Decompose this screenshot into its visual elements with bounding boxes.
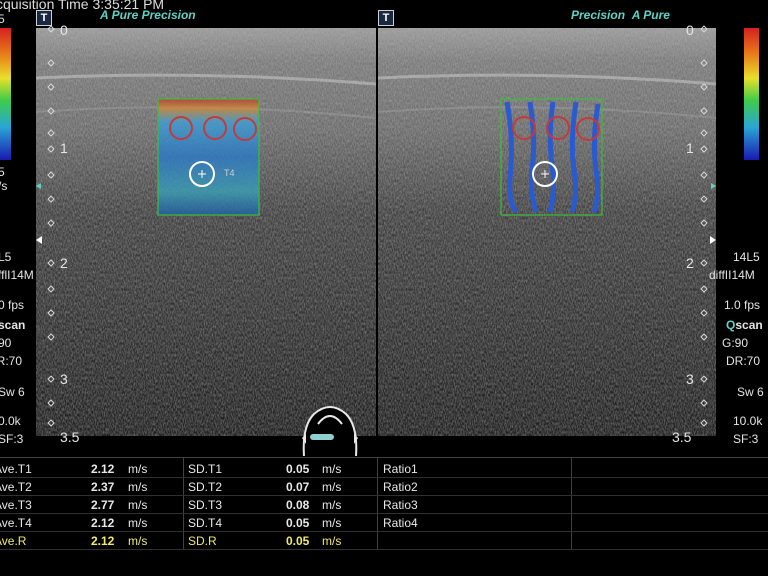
measurement-row: Ave.T4 2.12 m/s SD.T4 0.05 m/s Ratio4 — [0, 514, 768, 532]
ratio-label: Ratio3 — [383, 498, 418, 512]
right-text-tool-icon[interactable]: T — [378, 10, 394, 26]
ave-unit: m/s — [128, 534, 148, 548]
right-qscan: Qscan — [726, 318, 763, 332]
right-gain: G:90 — [722, 336, 749, 350]
left-depth-2: 2 — [60, 255, 68, 271]
sd-unit: m/s — [322, 462, 342, 476]
left-sw: Sw 6 — [0, 385, 25, 399]
sd-unit: m/s — [322, 498, 342, 512]
left-preset: fflI14M — [0, 268, 34, 282]
measurement-row: Ave.T3 2.77 m/s SD.T3 0.08 m/s Ratio3 — [0, 496, 768, 514]
left-depth-1: 1 — [60, 140, 68, 156]
row-divider — [0, 549, 768, 550]
sd-unit: m/s — [322, 534, 342, 548]
left-colorbar-unit: /s — [0, 179, 8, 193]
probe-orientation-icon — [302, 406, 358, 456]
right-mode-precision: Precision — [571, 8, 626, 22]
left-gain: 90 — [0, 336, 12, 350]
left-mode-label: A Pure Precision — [100, 8, 196, 22]
ave-value: 2.37 — [91, 480, 115, 494]
sd-label: SD.R — [188, 534, 217, 548]
right-mode-pure: Pure — [643, 8, 670, 22]
sd-label: SD.T1 — [188, 462, 223, 476]
left-mode-a: A — [100, 8, 109, 22]
sd-value: 0.05 — [286, 534, 310, 548]
right-preset: diffII14M — [709, 268, 755, 282]
left-mode-pure: Pure — [111, 8, 139, 22]
right-dr: DR:70 — [726, 354, 761, 368]
right-sf: SF:3 — [733, 432, 759, 446]
ave-label: Ave.R — [0, 534, 27, 548]
sd-label: SD.T3 — [188, 498, 223, 512]
sd-value: 0.08 — [286, 498, 310, 512]
sd-label: SD.T4 — [188, 516, 223, 530]
sd-value: 0.05 — [286, 516, 310, 530]
ave-unit: m/s — [128, 516, 148, 530]
right-depth-3: 3 — [686, 371, 694, 387]
ratio-label: Ratio1 — [383, 462, 418, 476]
right-ultrasound-image — [377, 28, 717, 436]
ave-label: Ave.T3 — [0, 498, 32, 512]
left-colorbar-top: 5 — [0, 12, 5, 26]
ave-label: Ave.T2 — [0, 480, 32, 494]
ave-value: 2.12 — [91, 462, 115, 476]
right-qscan-text: scan — [735, 318, 763, 332]
measurement-row: Ave.T2 2.37 m/s SD.T2 0.07 m/s Ratio2 — [0, 478, 768, 496]
ave-unit: m/s — [128, 480, 148, 494]
left-sf: SF:3 — [0, 432, 24, 446]
left-roi-box — [157, 98, 260, 216]
ave-unit: m/s — [128, 498, 148, 512]
sd-label: SD.T2 — [188, 480, 223, 494]
sd-unit: m/s — [322, 480, 342, 494]
right-mode-label: Precision A Pure — [571, 8, 670, 22]
right-depth-1: 1 — [686, 140, 694, 156]
left-depth-3: 3 — [60, 371, 68, 387]
right-depth-2: 2 — [686, 255, 694, 271]
measurement-row: Ave.T1 2.12 m/s SD.T1 0.05 m/s Ratio1 — [0, 460, 768, 478]
measurement-row: Ave.R 2.12 m/s SD.R 0.05 m/s — [0, 532, 768, 550]
ave-value: 2.12 — [91, 534, 115, 548]
sd-value: 0.05 — [286, 462, 310, 476]
sd-value: 0.07 — [286, 480, 310, 494]
right-mode-a: A — [631, 8, 640, 22]
ave-value: 2.12 — [91, 516, 115, 530]
ultrasound-canvas — [0, 25, 759, 436]
left-mode-precision: Precision — [141, 8, 196, 22]
right-sw: Sw 6 — [737, 385, 764, 399]
ratio-label: Ratio4 — [383, 516, 418, 530]
ave-unit: m/s — [128, 462, 148, 476]
table-top-border — [0, 457, 768, 458]
left-text-tool-icon[interactable]: T — [36, 10, 52, 26]
right-probe: 14L5 — [733, 250, 760, 264]
ave-label: Ave.T1 — [0, 462, 32, 476]
ave-label: Ave.T4 — [0, 516, 32, 530]
ratio-label: Ratio2 — [383, 480, 418, 494]
left-freq: 0.0k — [0, 414, 21, 428]
left-depth-35: 3.5 — [60, 429, 80, 445]
left-depth-0: 0 — [60, 22, 68, 38]
left-fps: 0 fps — [0, 298, 25, 312]
left-ultrasound-image — [35, 28, 377, 436]
left-qscan: scan — [0, 318, 26, 332]
ave-value: 2.77 — [91, 498, 115, 512]
left-probe: L5 — [0, 250, 12, 264]
right-fps: 1.0 fps — [724, 298, 761, 312]
right-colorbar — [744, 28, 759, 160]
sd-unit: m/s — [322, 516, 342, 530]
right-freq: 10.0k — [733, 414, 763, 428]
left-dr: DR:70 — [0, 354, 23, 368]
roi-t4-label: T4 — [224, 168, 235, 178]
right-depth-0: 0 — [686, 22, 694, 38]
left-colorbar — [0, 28, 11, 160]
right-depth-35: 3.5 — [672, 429, 692, 445]
